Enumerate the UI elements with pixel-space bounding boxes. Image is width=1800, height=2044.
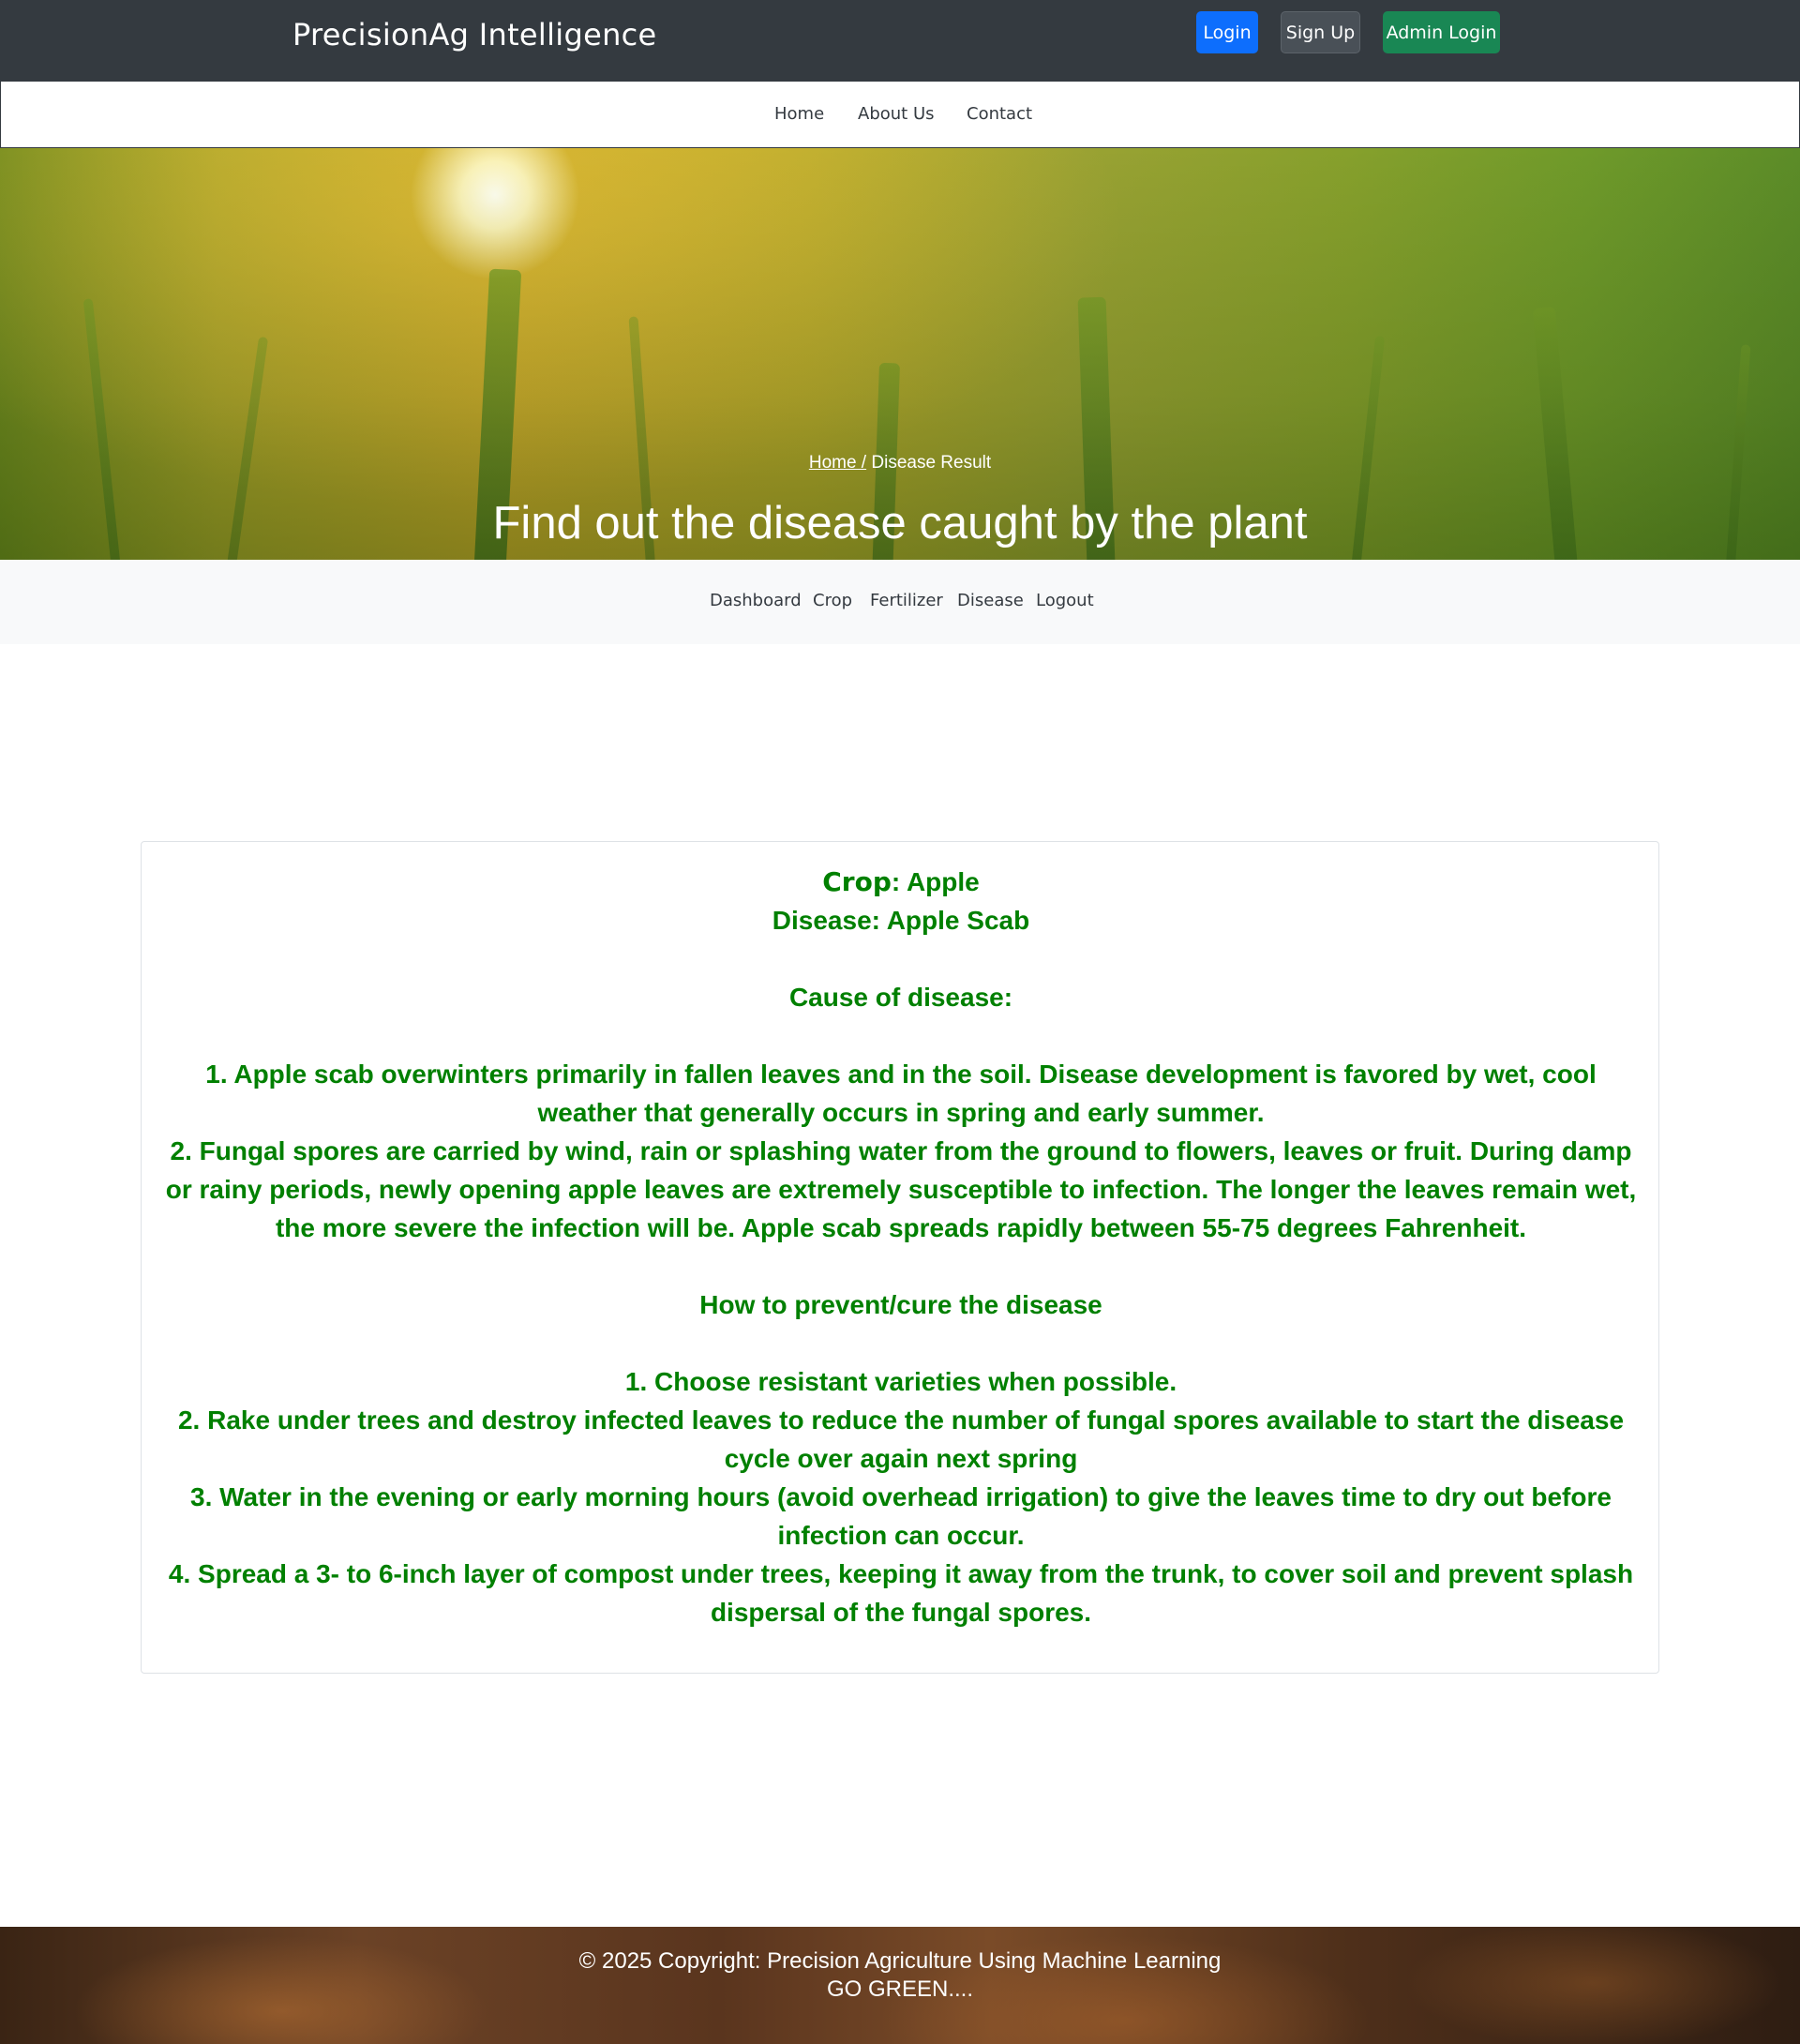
prevention-item: 3. Water in the evening or early morning… [190, 1482, 1612, 1550]
crop-line: Crop: Apple [160, 863, 1642, 901]
signup-button[interactable]: Sign Up [1281, 11, 1360, 53]
nav-fertilizer-link[interactable]: Fertilizer [870, 591, 943, 610]
breadcrumb-current: Disease Result [866, 453, 992, 473]
nav-disease-link[interactable]: Disease [957, 591, 1024, 610]
top-bar: PrecisionAg Intelligence Login Sign Up A… [0, 0, 1800, 81]
cause-item: 2. Fungal spores are carried by wind, ra… [165, 1136, 1637, 1242]
nav-contact-link[interactable]: Contact [967, 104, 1032, 124]
prevention-item: 4. Spread a 3- to 6-inch layer of compos… [168, 1559, 1634, 1627]
brand-name[interactable]: PrecisionAg Intelligence [292, 17, 657, 53]
breadcrumb: Home / Disease Result [0, 453, 1800, 473]
prevention-item: 1. Choose resistant varieties when possi… [624, 1367, 1178, 1396]
user-nav: Dashboard Crop Fertilizer Disease Logout [0, 560, 1800, 644]
footer-copyright: © 2025 Copyright: Precision Agriculture … [578, 1948, 1222, 1974]
nav-dashboard-link[interactable]: Dashboard [710, 591, 802, 610]
footer: © 2025 Copyright: Precision Agriculture … [0, 1927, 1800, 2044]
footer-text: © 2025 Copyright: Precision Agriculture … [0, 1947, 1800, 2004]
disease-result-text: Crop: Apple Disease: Apple Scab Cause of… [160, 863, 1642, 1631]
nav-logout-link[interactable]: Logout [1036, 591, 1094, 610]
disease-result-card: Crop: Apple Disease: Apple Scab Cause of… [141, 841, 1659, 1674]
crop-value: : Apple [891, 867, 980, 896]
login-button[interactable]: Login [1196, 11, 1258, 53]
footer-slogan: GO GREEN.... [826, 1976, 974, 2002]
main-nav: Home About Us Contact [0, 81, 1800, 148]
disease-line: Disease: Apple Scab [772, 906, 1030, 935]
nav-about-link[interactable]: About Us [858, 104, 935, 124]
cause-heading: Cause of disease: [788, 983, 1013, 1012]
page-title: Find out the disease caught by the plant [492, 498, 1308, 549]
admin-login-button[interactable]: Admin Login [1383, 11, 1500, 53]
cause-item: 1. Apple scab overwinters primarily in f… [205, 1060, 1597, 1127]
nav-home-link[interactable]: Home [774, 104, 824, 124]
prevention-heading: How to prevent/cure the disease [699, 1290, 1102, 1319]
nav-crop-link[interactable]: Crop [813, 591, 852, 610]
crop-label: Crop [822, 866, 892, 897]
hero-banner: Home / Disease Result Find out the disea… [0, 148, 1800, 560]
breadcrumb-home-link[interactable]: Home / [809, 453, 866, 473]
prevention-item: 2. Rake under trees and destroy infected… [177, 1405, 1625, 1473]
